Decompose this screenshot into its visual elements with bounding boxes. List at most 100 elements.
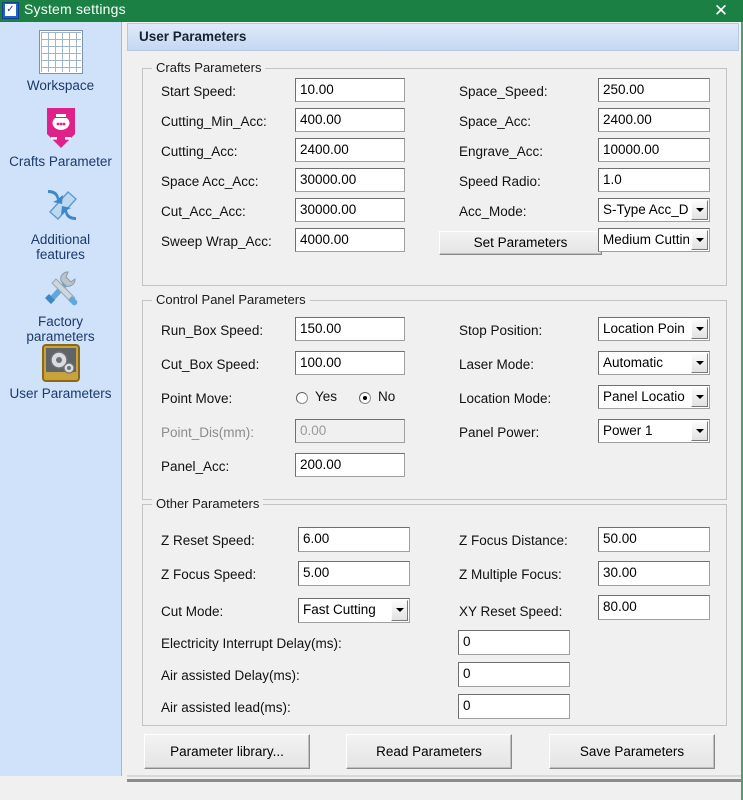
electricity-interrupt-delay-input[interactable]: 0: [458, 630, 570, 655]
label-panel-power: Panel Power:: [459, 425, 539, 440]
sidebar-item-crafts-parameter[interactable]: Crafts Parameter: [0, 106, 121, 169]
chevron-down-icon[interactable]: [691, 387, 708, 407]
gear-icon: [42, 344, 80, 382]
space-speed-input[interactable]: 250.00: [598, 78, 710, 102]
hammer-wrench-icon: [38, 266, 84, 310]
xy-reset-speed-input[interactable]: 80.00: [598, 595, 710, 620]
main-panel: User Parameters Crafts Parameters Start …: [122, 22, 741, 776]
label-speed-radio: Speed Radio:: [459, 174, 541, 189]
sidebar-item-label: Workspace: [0, 78, 121, 93]
label-location-mode: Location Mode:: [459, 391, 551, 406]
radio-dot: [296, 392, 308, 404]
chevron-down-icon[interactable]: [691, 421, 708, 441]
sidebar-item-additional-features[interactable]: Additional features: [0, 184, 121, 262]
laser-mode-select[interactable]: Automatic: [598, 351, 710, 375]
engrave-acc-input[interactable]: 10000.00: [598, 138, 710, 162]
laser-mode-value: Automatic: [603, 354, 689, 372]
window-body: Workspace Crafts Parameter: [0, 22, 743, 800]
label-cutting-acc: Cutting_Acc:: [161, 144, 238, 159]
label-panel-acc: Panel_Acc:: [161, 459, 229, 474]
label-z-multiple-focus: Z Multiple Focus:: [459, 567, 562, 582]
label-space-acc: Space_Acc:: [459, 114, 531, 129]
label-acc-mode: Acc_Mode:: [459, 204, 527, 219]
cut-mode-select[interactable]: Fast Cutting: [298, 598, 410, 623]
footer-divider-light: [127, 775, 741, 777]
run-box-speed-input[interactable]: 150.00: [295, 317, 405, 341]
crafts-parameters-legend: Crafts Parameters: [152, 60, 265, 75]
cutting-preset-select[interactable]: Medium Cuttin: [598, 228, 710, 252]
label-engrave-acc: Engrave_Acc:: [459, 144, 543, 159]
sidebar-item-factory-parameters[interactable]: Factory parameters: [0, 266, 121, 344]
acc-mode-select[interactable]: S-Type Acc_D: [598, 198, 710, 222]
parameter-library-button[interactable]: Parameter library...: [144, 734, 310, 769]
save-parameters-button[interactable]: Save Parameters: [549, 734, 715, 769]
label-xy-reset-speed: XY Reset Speed:: [459, 604, 562, 619]
vase-icon: [41, 106, 81, 150]
point-dis-input: 0.00: [295, 419, 405, 443]
label-sweep-wrap-acc: Sweep Wrap_Acc:: [161, 234, 272, 249]
chevron-down-icon[interactable]: [691, 200, 708, 220]
radio-dot: [359, 392, 371, 404]
cut-mode-value: Fast Cutting: [303, 601, 389, 619]
chevron-down-icon[interactable]: [691, 353, 708, 373]
checkbox-window-icon-glyph: ✓: [5, 4, 16, 16]
sidebar-item-label-line1: Additional: [0, 232, 121, 247]
window-icon: ✓: [2, 2, 19, 19]
label-start-speed: Start Speed:: [161, 84, 236, 99]
z-focus-speed-input[interactable]: 5.00: [298, 561, 410, 586]
read-parameters-button[interactable]: Read Parameters: [346, 734, 512, 769]
label-cut-box-speed: Cut_Box Speed:: [161, 357, 259, 372]
other-parameters-legend: Other Parameters: [152, 496, 263, 511]
cutting-preset-value: Medium Cuttin: [603, 231, 689, 249]
chevron-down-icon[interactable]: [391, 600, 408, 621]
cut-box-speed-input[interactable]: 100.00: [295, 351, 405, 375]
title-bar: ✓ System settings ✕: [0, 0, 743, 22]
label-cut-acc-acc: Cut_Acc_Acc:: [161, 204, 246, 219]
air-assisted-lead-input[interactable]: 0: [458, 694, 570, 719]
label-air-assisted-lead: Air assisted lead(ms):: [161, 700, 291, 715]
speed-radio-input[interactable]: 1.0: [598, 168, 710, 192]
point-move-yes-label: Yes: [315, 389, 337, 404]
panel-power-value: Power 1: [603, 422, 689, 440]
label-stop-position: Stop Position:: [459, 323, 542, 338]
set-parameters-button[interactable]: Set Parameters: [439, 231, 602, 255]
workspace-grid-icon: [39, 30, 83, 74]
acc-mode-value: S-Type Acc_D: [603, 201, 689, 219]
panel-acc-input[interactable]: 200.00: [295, 453, 405, 477]
label-z-focus-speed: Z Focus Speed:: [161, 567, 256, 582]
cut-acc-acc-input[interactable]: 30000.00: [295, 198, 405, 222]
start-speed-input[interactable]: 10.00: [295, 78, 405, 102]
chevron-down-icon[interactable]: [691, 230, 708, 250]
sidebar-item-user-parameters[interactable]: User Parameters: [0, 344, 121, 401]
stop-position-value: Location Poin: [603, 320, 689, 338]
location-mode-value: Panel Locatio: [603, 388, 689, 406]
sidebar-item-label-line1: Factory: [0, 314, 121, 329]
cutting-acc-input[interactable]: 2400.00: [295, 138, 405, 162]
sidebar-item-label: User Parameters: [0, 386, 121, 401]
sidebar-item-workspace[interactable]: Workspace: [0, 30, 121, 93]
cutting-min-acc-input[interactable]: 400.00: [295, 108, 405, 132]
point-move-no-label: No: [378, 389, 395, 404]
label-z-focus-distance: Z Focus Distance:: [459, 533, 568, 548]
label-cut-mode: Cut Mode:: [161, 604, 223, 619]
sidebar-item-label-line2: features: [0, 247, 121, 262]
z-focus-distance-input[interactable]: 50.00: [598, 527, 710, 552]
space-acc-input[interactable]: 2400.00: [598, 108, 710, 132]
panel-power-select[interactable]: Power 1: [598, 419, 710, 443]
label-air-assisted-delay: Air assisted Delay(ms):: [161, 668, 300, 683]
stop-position-select[interactable]: Location Poin: [598, 317, 710, 341]
z-reset-speed-input[interactable]: 6.00: [298, 527, 410, 552]
z-multiple-focus-input[interactable]: 30.00: [598, 561, 710, 586]
label-point-move: Point Move:: [161, 391, 232, 406]
page-header: User Parameters: [127, 23, 739, 51]
sweep-wrap-acc-input[interactable]: 4000.00: [295, 228, 405, 252]
label-laser-mode: Laser Mode:: [459, 357, 534, 372]
chevron-down-icon[interactable]: [691, 319, 708, 339]
label-cutting-min-acc: Cutting_Min_Acc:: [161, 114, 267, 129]
space-acc-acc-input[interactable]: 30000.00: [295, 168, 405, 192]
arrows-slab-icon: [38, 184, 84, 228]
air-assisted-delay-input[interactable]: 0: [458, 662, 570, 687]
close-icon[interactable]: ✕: [707, 0, 735, 22]
location-mode-select[interactable]: Panel Locatio: [598, 385, 710, 409]
label-space-acc-acc: Space Acc_Acc:: [161, 174, 259, 189]
